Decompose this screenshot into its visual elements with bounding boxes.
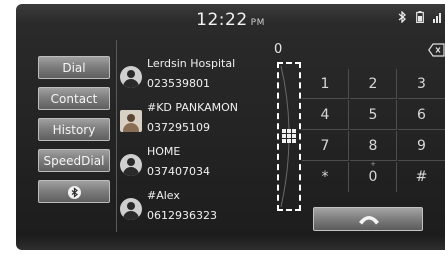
contact-number: 037295109 — [147, 121, 210, 134]
key-digit: 3 — [417, 76, 426, 92]
contact-number: 023539801 — [147, 77, 210, 90]
dial-keypad: 1 2 3 4 5 6 7 8 9 * +0 # — [302, 69, 445, 193]
key-3[interactable]: 3 — [398, 69, 445, 99]
contact-item[interactable]: #Alex 0612936323 — [120, 188, 270, 232]
contact-button[interactable]: Contact — [38, 87, 110, 110]
contact-photo — [120, 110, 142, 132]
signal-icon — [433, 11, 441, 25]
battery-icon — [416, 11, 424, 25]
contact-item[interactable]: #KD PANKAMON 037295109 — [120, 100, 270, 144]
key-digit: 1 — [320, 76, 330, 92]
key-digit: 9 — [417, 138, 426, 154]
menu-divider — [116, 40, 117, 232]
contact-name: #Alex — [147, 189, 180, 202]
contact-item[interactable]: HOME 037407034 — [120, 144, 270, 188]
person-icon — [120, 66, 142, 88]
contact-name: #KD PANKAMON — [147, 101, 239, 114]
key-digit: 2 — [368, 76, 378, 92]
key-2[interactable]: 2 — [350, 69, 397, 99]
clock-time: 12:22 — [196, 10, 248, 30]
key-digit: 6 — [417, 107, 426, 123]
bluetooth-icon — [398, 10, 407, 25]
key-star[interactable]: * — [302, 162, 349, 192]
clock: 12:22 PM — [16, 10, 445, 30]
key-6[interactable]: 6 — [398, 100, 445, 130]
key-5[interactable]: 5 — [350, 100, 397, 130]
key-sub-label: + — [370, 160, 376, 168]
key-digit: 0 — [368, 169, 378, 185]
person-icon — [120, 198, 142, 220]
phone-icon — [359, 216, 379, 225]
key-digit: * — [321, 169, 329, 185]
key-digit: 5 — [368, 107, 378, 123]
contact-number: 037407034 — [147, 165, 210, 178]
key-0[interactable]: +0 — [350, 160, 397, 192]
key-9[interactable]: 9 — [398, 131, 445, 161]
bluetooth-button[interactable] — [38, 180, 110, 203]
dial-button[interactable]: Dial — [38, 56, 110, 79]
key-digit: 7 — [320, 138, 330, 154]
contact-number: 0612936323 — [147, 209, 217, 222]
contact-item[interactable]: Lerdsin Hospital 023539801 — [120, 56, 270, 100]
dialed-number: 0 — [274, 42, 283, 57]
key-4[interactable]: 4 — [302, 100, 349, 130]
backspace-icon[interactable] — [428, 42, 445, 57]
grid-icon — [282, 129, 296, 143]
key-digit: 4 — [320, 107, 330, 123]
key-1[interactable]: 1 — [302, 69, 349, 99]
key-digit: 8 — [368, 138, 378, 154]
contact-list: Lerdsin Hospital 023539801 #KD PANKAMON … — [120, 56, 270, 232]
key-7[interactable]: 7 — [302, 131, 349, 161]
side-menu: Dial Contact History SpeedDial — [38, 56, 112, 211]
speeddial-button[interactable]: SpeedDial — [38, 149, 110, 172]
bottom-glow — [16, 236, 445, 250]
contact-name: HOME — [147, 145, 181, 158]
clock-ampm: PM — [250, 18, 265, 28]
bluetooth-icon — [67, 186, 81, 199]
status-icons — [398, 10, 441, 25]
keypad-drag-handle[interactable] — [277, 62, 301, 211]
contact-name: Lerdsin Hospital — [147, 57, 236, 70]
status-bar: 12:22 PM — [16, 4, 445, 34]
head-unit-screen: 12:22PM Dial Contact History SpeedDial — [16, 4, 445, 250]
call-button[interactable] — [313, 207, 423, 231]
key-digit: # — [415, 169, 428, 185]
person-icon — [120, 154, 142, 176]
history-button[interactable]: History — [38, 118, 110, 141]
key-hash[interactable]: # — [398, 162, 445, 192]
